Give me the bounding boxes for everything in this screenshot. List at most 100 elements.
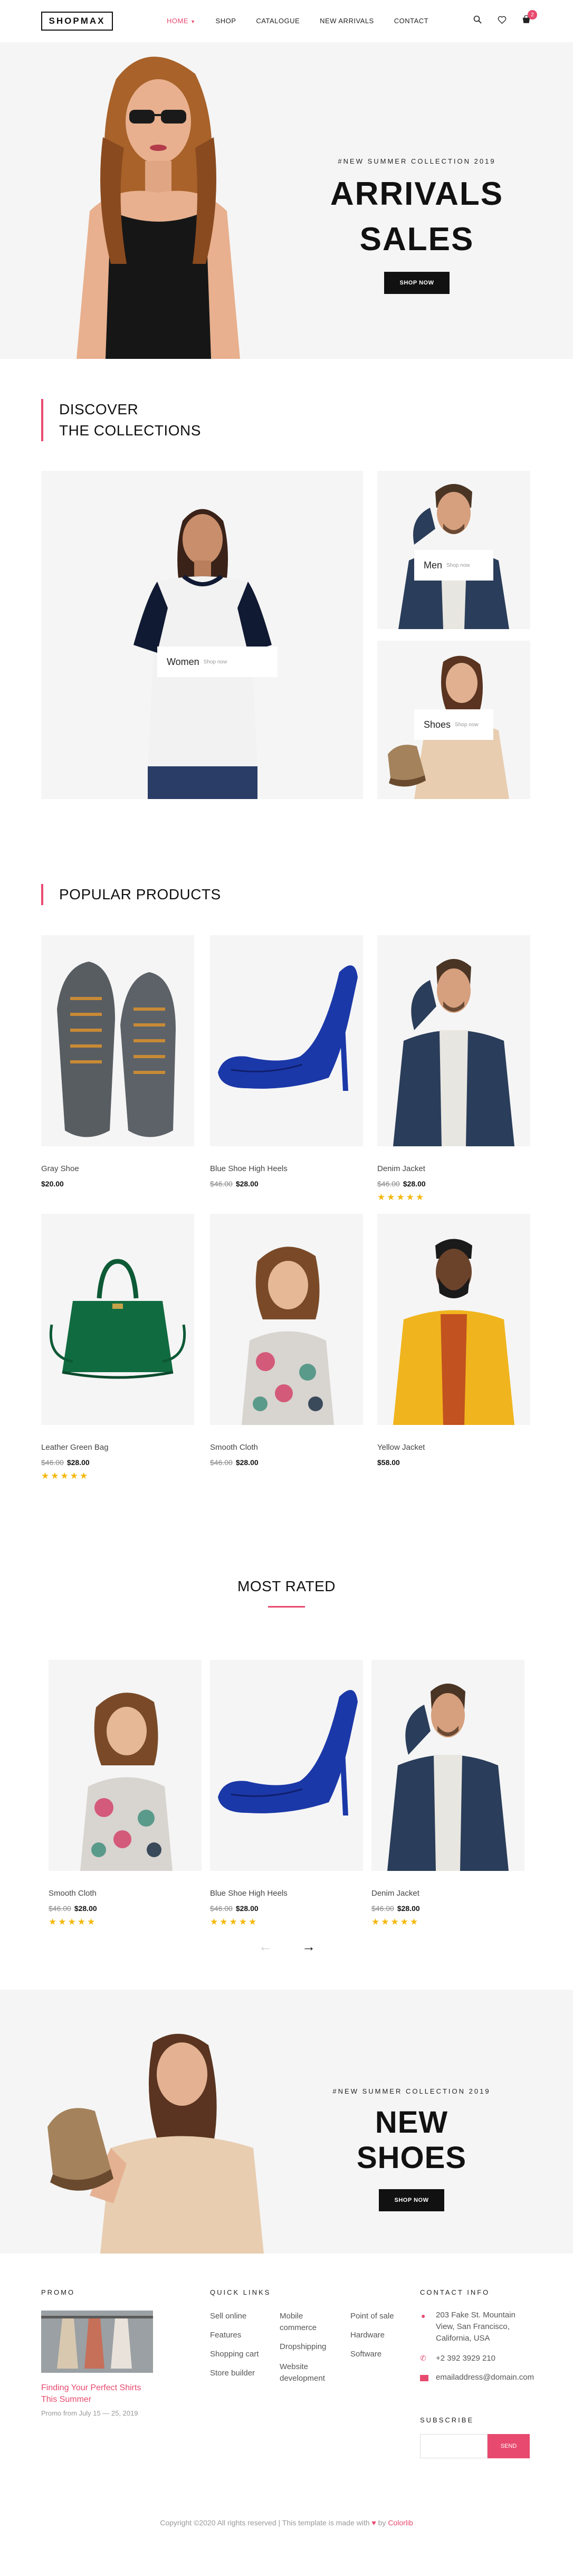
product-name[interactable]: Smooth Cloth [49,1889,202,1898]
product-card[interactable]: Gray Shoe $20.00 [41,935,194,1188]
product-card[interactable]: Blue Shoe High Heels $46.00 $28.00 ★★★★★ [210,1660,363,1927]
site-header: SHOPMAX HOME ▼ SHOP CATALOGUE NEW ARRIVA… [0,0,573,42]
chevron-down-icon: ▼ [190,19,196,24]
product-card[interactable]: Denim Jacket $46.00 $28.00 ★★★★★ [371,1660,524,1927]
search-icon[interactable] [472,14,483,25]
product-name[interactable]: Denim Jacket [377,1164,530,1173]
product-name[interactable]: Leather Green Bag [41,1443,194,1452]
product-price: $46.00 $28.00 [371,1904,524,1913]
collection-women-label: Women Shop now [157,647,278,677]
promo-image[interactable] [41,2311,153,2373]
blue-heel-image [218,965,358,1091]
product-price: $46.00 $28.00 [49,1904,202,1913]
popular-heading: POPULAR PRODUCTS [41,884,221,905]
banner-title: NEW SHOES [356,2105,467,2175]
quick-link[interactable]: Point of sale [350,2311,394,2322]
product-current-price: $28.00 [397,1904,420,1913]
collection-women-card[interactable]: Women Shop now [41,471,363,799]
quick-link[interactable]: Sell online [210,2311,246,2322]
product-name[interactable]: Denim Jacket [371,1889,524,1898]
hero-model-image [77,56,240,359]
collections-heading-line1: DISCOVER [59,401,139,417]
product-old-price: $46.00 [49,1904,71,1913]
cart-icon[interactable]: 2 [520,10,537,25]
product-image[interactable] [41,935,194,1146]
product-card[interactable]: Leather Green Bag $46.00 $28.00 ★★★★★ [41,1214,194,1481]
product-image[interactable] [377,1214,530,1425]
product-name[interactable]: Smooth Cloth [210,1443,363,1452]
collection-men-card[interactable]: Men Shop now [377,471,530,629]
banner-shop-now-button[interactable]: SHOP NOW [378,2189,445,2211]
quick-link[interactable]: Hardware [350,2330,385,2341]
product-rating: ★★★★★ [210,1917,259,1927]
product-name[interactable]: Blue Shoe High Heels [210,1164,363,1173]
product-card[interactable]: Denim Jacket $46.00 $28.00 ★★★★★ [377,935,530,1203]
most-rated-heading: MOST RATED [237,1578,336,1594]
nav-new-arrivals[interactable]: NEW ARRIVALS [320,17,374,25]
product-price: $46.00 $28.00 [210,1904,363,1913]
denim-jacket-image [387,1684,509,1871]
most-rated-underline [268,1606,305,1608]
product-name[interactable]: Gray Shoe [41,1164,194,1173]
product-image[interactable] [210,935,363,1146]
quick-link[interactable]: Features [210,2330,241,2341]
product-card[interactable]: Smooth Cloth $46.00 $28.00 ★★★★★ [49,1660,202,1927]
hero-banner: #NEW SUMMER COLLECTION 2019 ARRIVALS SAL… [0,42,573,359]
nav-home[interactable]: HOME ▼ [167,17,196,25]
quick-link[interactable]: Software [350,2349,381,2360]
quick-link[interactable]: Store builder [210,2368,255,2379]
blue-heel-image [218,1690,358,1815]
copyright-brand-link[interactable]: Colorlib [388,2518,413,2527]
product-old-price: $46.00 [41,1458,64,1467]
quick-link[interactable]: Website development [280,2361,332,2384]
hero-shop-now-button[interactable]: SHOP NOW [384,272,450,294]
arrow-left-icon[interactable]: ← [259,1938,272,1955]
copyright-by: by [378,2518,386,2527]
collections-heading: DISCOVER THE COLLECTIONS [41,399,201,441]
product-current-price: $28.00 [403,1180,426,1188]
site-logo[interactable]: SHOPMAX [41,12,113,31]
contact-email[interactable]: emailaddress@domain.com [436,2372,534,2383]
product-old-price: $46.00 [210,1904,233,1913]
product-card[interactable]: Smooth Cloth $46.00 $28.00 [210,1214,363,1467]
arrow-right-icon[interactable]: → [302,1938,316,1955]
product-current-price: $20.00 [41,1180,64,1188]
subscribe-send-button[interactable]: SEND [488,2434,530,2458]
quick-link[interactable]: Shopping cart [210,2349,259,2360]
product-current-price: $28.00 [235,1458,259,1467]
subscribe-email-input[interactable] [420,2434,488,2458]
product-image[interactable] [210,1214,363,1425]
quick-link[interactable]: Mobile commerce [280,2311,332,2334]
quick-link[interactable]: Dropshipping [280,2341,326,2353]
banner-model-image [47,2033,264,2254]
header-actions: 2 [472,10,537,25]
product-price: $58.00 [377,1458,530,1467]
nav-catalogue[interactable]: CATALOGUE [256,17,300,25]
product-name[interactable]: Blue Shoe High Heels [210,1889,363,1898]
product-image[interactable] [377,935,530,1146]
product-price: $46.00 $28.00 [377,1180,530,1188]
hero-title: ARRIVALS SALES [317,172,517,262]
nav-contact[interactable]: CONTACT [394,17,428,25]
collection-shoes-label: Shoes Shop now [414,709,493,740]
product-card[interactable]: Yellow Jacket $58.00 [377,1214,530,1467]
promo-link[interactable]: Finding Your Perfect Shirts This Summer [41,2382,157,2406]
nav-shop[interactable]: SHOP [216,17,236,25]
footer-promo-title: PROMO [41,2288,75,2296]
product-image[interactable] [41,1214,194,1425]
women-model-image [133,509,272,799]
banner-subtitle: #NEW SUMMER COLLECTION 2019 [332,2087,491,2095]
product-image[interactable] [210,1660,363,1871]
carousel-arrows: ← → [259,1938,316,1955]
product-image[interactable] [49,1660,202,1871]
product-card[interactable]: Blue Shoe High Heels $46.00 $28.00 [210,935,363,1188]
product-name[interactable]: Yellow Jacket [377,1443,530,1452]
product-price: $46.00 $28.00 [210,1458,363,1467]
hero-text-block: #NEW SUMMER COLLECTION 2019 ARRIVALS SAL… [317,157,517,294]
hero-subtitle: #NEW SUMMER COLLECTION 2019 [338,157,496,165]
heart-icon[interactable] [496,14,508,25]
contact-phone[interactable]: +2 392 3929 210 [436,2353,495,2364]
collection-shoes-card[interactable]: Shoes Shop now [377,641,530,799]
banner-text-block: #NEW SUMMER COLLECTION 2019 NEW SHOES SH… [317,2087,507,2211]
product-image[interactable] [371,1660,524,1871]
